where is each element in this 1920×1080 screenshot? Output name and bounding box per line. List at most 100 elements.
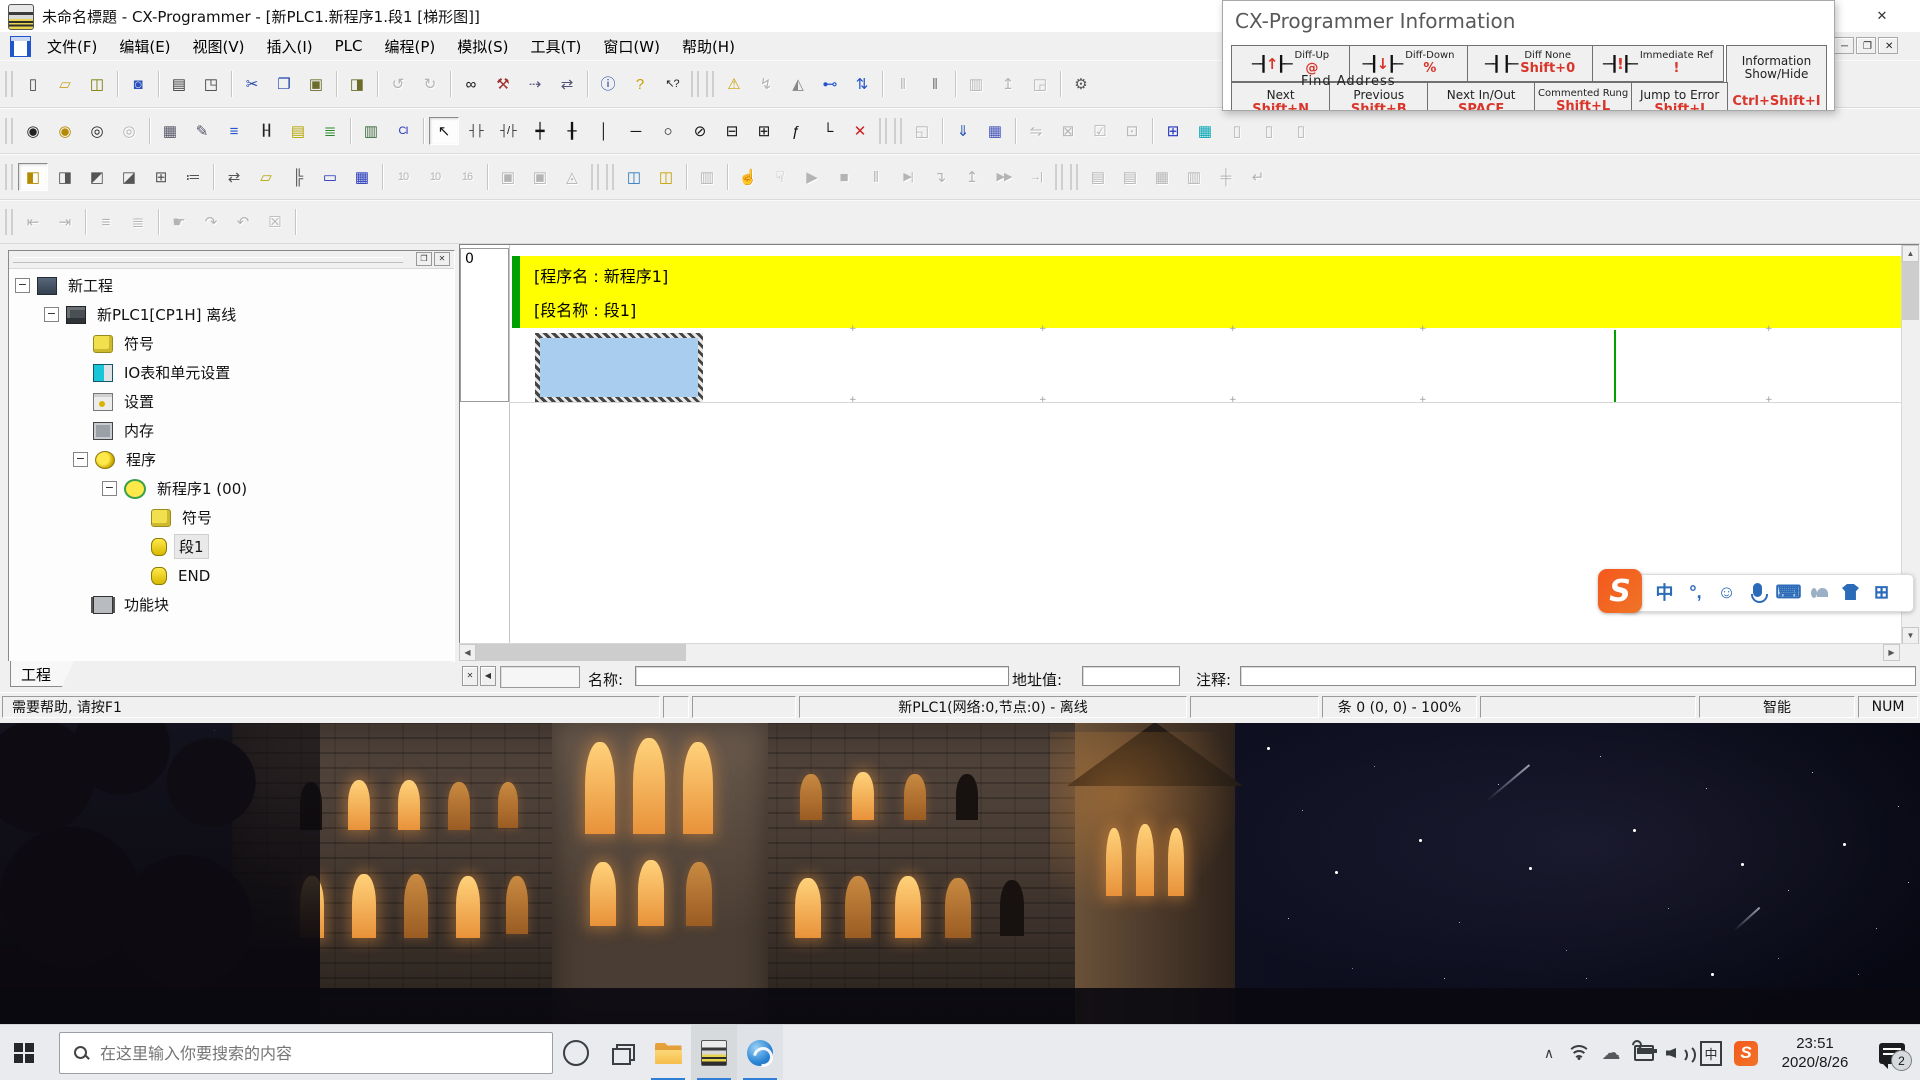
toolbar-grip[interactable] <box>606 164 614 190</box>
view-breakpoints-button[interactable]: ▥ <box>1179 163 1209 191</box>
wifi-icon[interactable] <box>1564 1025 1594 1080</box>
tree-item-label[interactable]: 新工程 <box>64 274 117 297</box>
start-button[interactable] <box>0 1025 48 1080</box>
pause-simulation-button[interactable]: ☝ <box>733 163 763 191</box>
tree-item-label[interactable]: 内存 <box>120 419 158 442</box>
differential-monitor-button[interactable]: ◬ <box>557 163 587 191</box>
taskbar-browser[interactable] <box>737 1025 783 1080</box>
export-program-button[interactable]: ↥ <box>993 70 1023 98</box>
connect-line-button[interactable]: └ <box>813 117 843 145</box>
tree-expander[interactable]: − <box>102 481 117 496</box>
panel-grip[interactable] <box>13 257 403 263</box>
network-monitor-button[interactable]: ▥ <box>692 163 722 191</box>
task-view-button[interactable] <box>599 1025 645 1080</box>
instruction-dialog-button[interactable]: ⊞ <box>749 117 779 145</box>
comment-input[interactable] <box>1240 666 1916 686</box>
name-input[interactable] <box>635 666 1009 686</box>
tree-item-label[interactable]: 新程序1 (00) <box>153 477 251 500</box>
undo-button[interactable]: ↺ <box>383 70 413 98</box>
select-tool-button[interactable]: ↖ <box>429 117 459 145</box>
keyboard-icon[interactable]: ⌨ <box>1774 577 1803 607</box>
indent-right-button[interactable]: ⇥ <box>50 208 80 236</box>
ci-dialog-button[interactable]: CI <box>388 117 418 145</box>
notification-center-button[interactable]: 2 <box>1864 1025 1920 1080</box>
window-check-button[interactable]: ▯ <box>1286 117 1316 145</box>
mnemonic-view-button[interactable]: ▥ <box>356 117 386 145</box>
new-contact-button[interactable]: ┤├ <box>461 117 491 145</box>
panel-restore-button[interactable]: ❐ <box>416 252 432 266</box>
io-break-button[interactable]: ╪ <box>1211 163 1241 191</box>
force-set-button[interactable]: ☛ <box>164 208 194 236</box>
panel-header[interactable]: ❐ ✕ <box>9 251 454 269</box>
tree-item[interactable]: 符号 <box>9 503 454 532</box>
microphone-icon[interactable] <box>1743 577 1772 607</box>
find-retrace-button[interactable]: ⇄ <box>552 70 582 98</box>
tree-item-label[interactable]: 功能块 <box>120 593 173 616</box>
copy-button[interactable]: ❐ <box>269 70 299 98</box>
transfer-options-button[interactable]: ⇅ <box>847 70 877 98</box>
grid-toggle-button[interactable]: ▦ <box>155 117 185 145</box>
sogou-tray-icon[interactable]: S <box>1728 1025 1764 1080</box>
function-invoke-button[interactable]: ƒ <box>781 117 811 145</box>
menu-view[interactable]: 视图(V) <box>182 33 256 60</box>
watch-back-button[interactable]: ◀ <box>480 666 496 686</box>
tree-expander[interactable]: − <box>44 307 59 322</box>
menu-file[interactable]: 文件(F) <box>36 33 108 60</box>
print-button[interactable]: ▤ <box>164 70 194 98</box>
window-z-button[interactable]: ▯ <box>1222 117 1252 145</box>
menu-help[interactable]: 帮助(H) <box>671 33 746 60</box>
compile-button[interactable]: ⚠ <box>719 70 749 98</box>
scroll-left-button[interactable]: ◀ <box>459 644 476 661</box>
tree-item[interactable]: 内存 <box>9 416 454 445</box>
force-reset-button[interactable]: ↷ <box>196 208 226 236</box>
step-out-button[interactable]: ↥ <box>957 163 987 191</box>
skin-icon[interactable] <box>1836 577 1865 607</box>
address-ref-window-button[interactable]: ⊞ <box>146 163 176 191</box>
set-breakpoint-button[interactable]: ▤ <box>1083 163 1113 191</box>
rung-comment-list-button[interactable]: ≡ <box>91 208 121 236</box>
local-symbols-button[interactable]: ▱ <box>251 163 281 191</box>
ladder-view-button[interactable]: ╠ <box>283 163 313 191</box>
run-button[interactable]: ▶ <box>797 163 827 191</box>
verify-program-button[interactable]: ☑ <box>1085 117 1115 145</box>
clear-all-breakpoints-button[interactable]: ▦ <box>1147 163 1177 191</box>
watch-close-button[interactable]: ✕ <box>462 666 478 686</box>
tree-item[interactable]: END <box>9 561 454 590</box>
open-button[interactable]: ▱ <box>50 70 80 98</box>
rung-annotation-button[interactable]: ≡ <box>219 117 249 145</box>
find-in-document-button[interactable]: ◙ <box>123 70 153 98</box>
selected-cell[interactable] <box>535 333 703 402</box>
menu-tools[interactable]: 工具(T) <box>520 33 593 60</box>
tree-item[interactable]: 功能块 <box>9 590 454 619</box>
tree-item-label[interactable]: 设置 <box>120 390 158 413</box>
binary-monitor-button[interactable]: ▦ <box>347 163 377 191</box>
toolbar-grip[interactable] <box>5 164 13 190</box>
new-closed-coil-button[interactable]: ⊘ <box>685 117 715 145</box>
ladder-document-icon[interactable] <box>10 36 31 57</box>
horizontal-line-button[interactable]: ─ <box>621 117 651 145</box>
menu-insert[interactable]: 插入(I) <box>256 33 324 60</box>
toolbar-grip[interactable] <box>5 209 13 235</box>
carriage-return-button[interactable]: ↵ <box>1243 163 1273 191</box>
monitor-clock-button[interactable]: ▣ <box>525 163 555 191</box>
rung-wrap-button[interactable]: ▤ <box>283 117 313 145</box>
menu-edit[interactable]: 编辑(E) <box>108 33 181 60</box>
mdi-minimize-button[interactable]: ─ <box>1834 37 1854 54</box>
tree-item-label[interactable]: 程序 <box>122 448 160 471</box>
taskbar-cx-programmer[interactable] <box>691 1025 737 1080</box>
clear-breakpoint-button[interactable]: ▤ <box>1115 163 1145 191</box>
options-button[interactable]: ⚙ <box>1066 70 1096 98</box>
new-instruction-button[interactable]: ⊟ <box>717 117 747 145</box>
rung-comment-button[interactable]: ✎ <box>187 117 217 145</box>
print-preview-button[interactable]: ◳ <box>196 70 226 98</box>
online-compile-button[interactable]: ↯ <box>751 70 781 98</box>
horizontal-scrollbar[interactable]: ◀ ▶ <box>459 643 1918 662</box>
toolbar-grip[interactable] <box>691 71 699 97</box>
redo-button[interactable]: ↻ <box>415 70 445 98</box>
ime-mode-indicator[interactable]: 中 <box>1694 1025 1728 1080</box>
simulator-settings-button[interactable]: ◫ <box>651 163 681 191</box>
address-reference-button[interactable]: ⊞ <box>1158 117 1188 145</box>
menu-plc[interactable]: PLC <box>324 34 374 58</box>
tree-item[interactable]: −程序 <box>9 445 454 474</box>
tree-item[interactable]: − 新程序1 (00) <box>9 474 454 503</box>
